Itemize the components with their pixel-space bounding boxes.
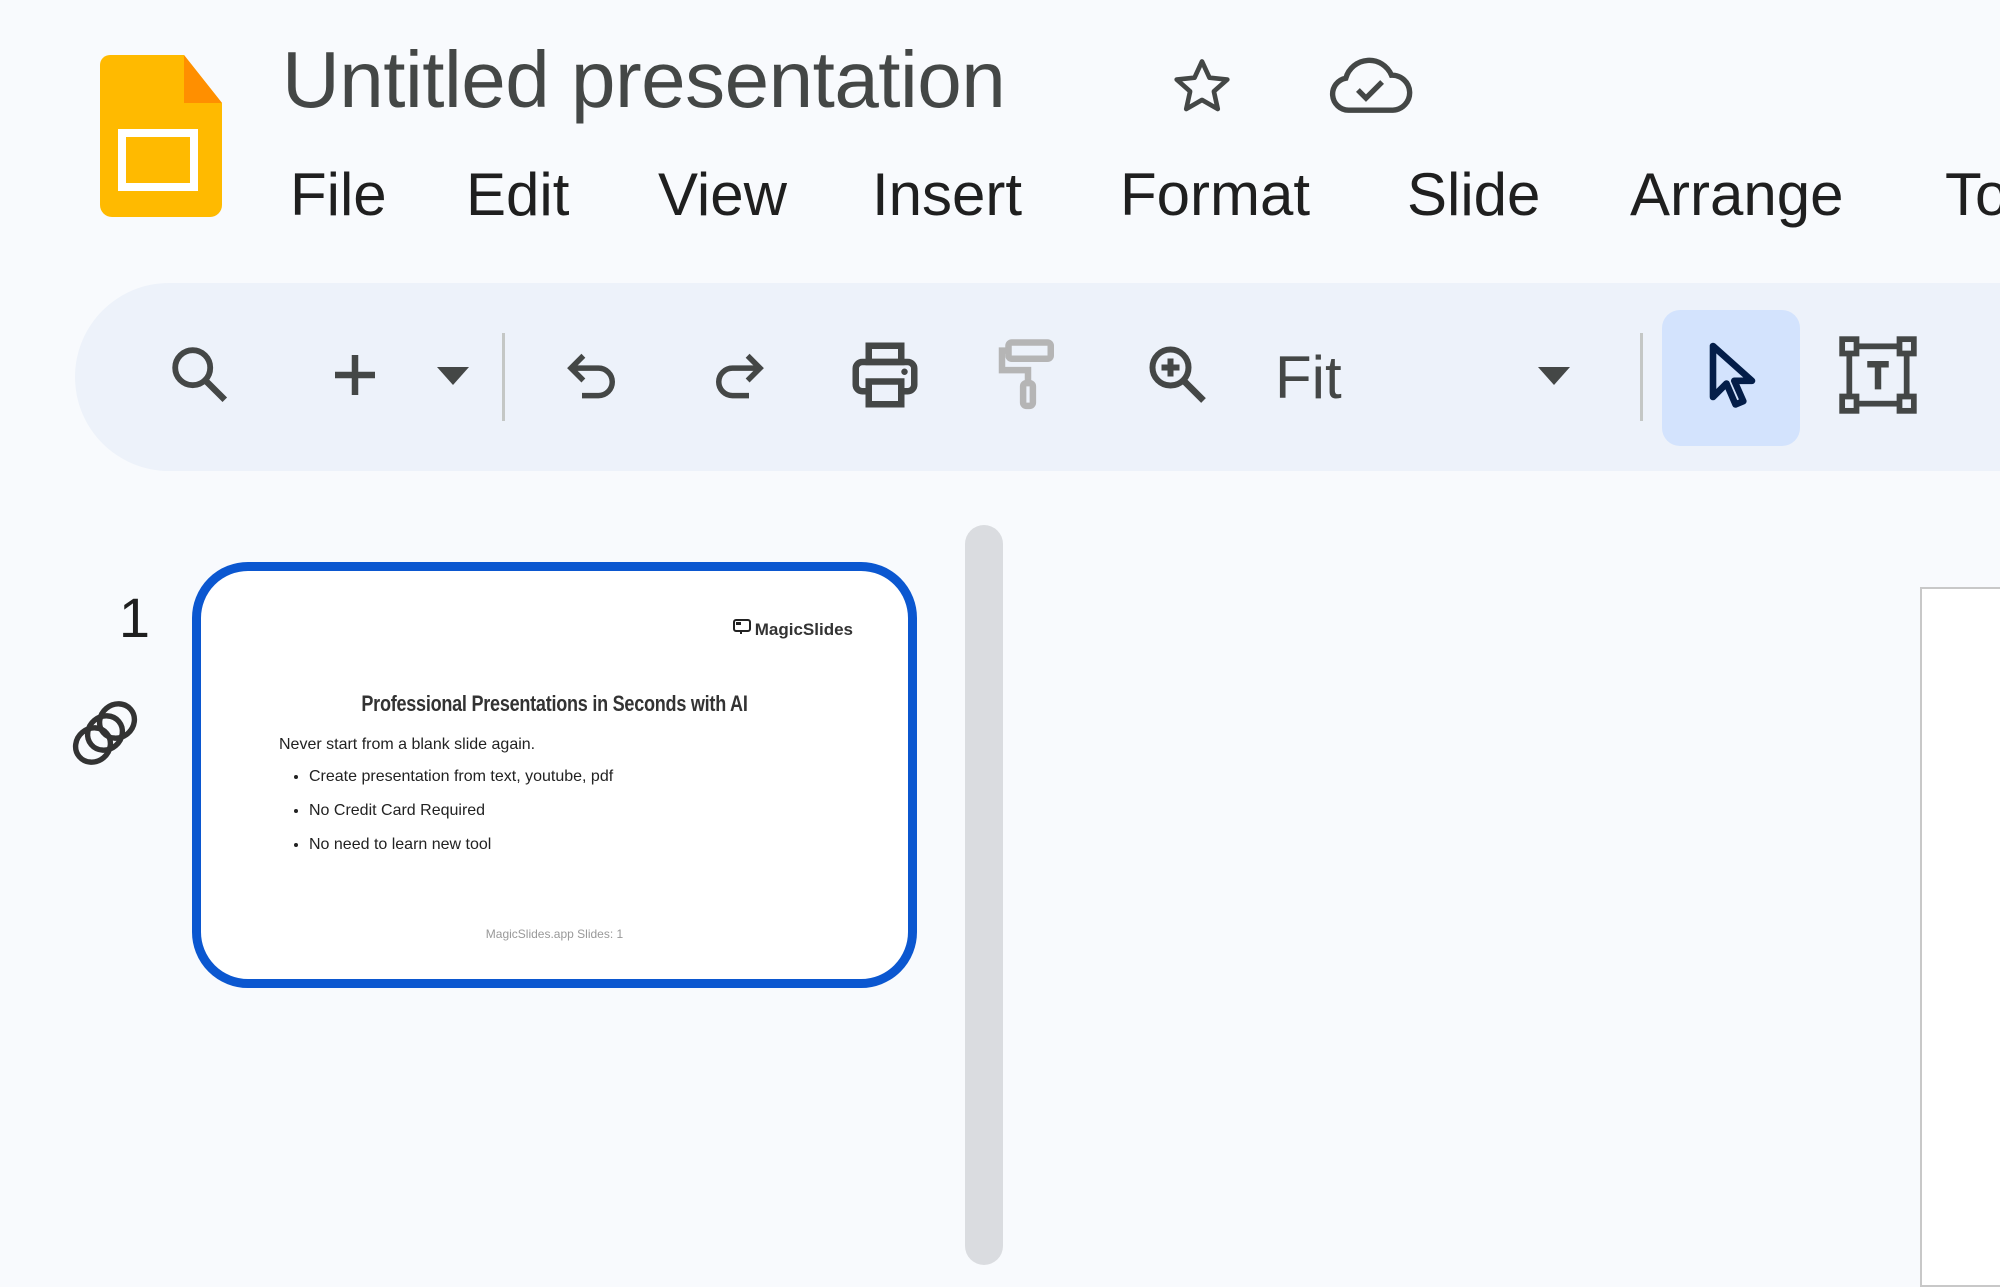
- menu-view[interactable]: View: [658, 150, 787, 240]
- caret-down-icon: [1533, 363, 1575, 392]
- text-box-button[interactable]: [1830, 283, 1925, 471]
- zoom-select[interactable]: Fit: [1275, 283, 1605, 471]
- toolbar: Fit: [75, 283, 2000, 471]
- bullet-item: No Credit Card Required: [309, 801, 613, 835]
- menu-format[interactable]: Format: [1120, 150, 1310, 240]
- menu-file[interactable]: File: [290, 150, 387, 240]
- toolbar-divider: [1640, 333, 1643, 421]
- undo-button[interactable]: [550, 283, 635, 471]
- zoom-in-icon: [1142, 339, 1214, 416]
- star-button[interactable]: [1160, 48, 1244, 128]
- zoom-value: Fit: [1275, 343, 1342, 411]
- new-slide-layout-dropdown[interactable]: [420, 283, 485, 471]
- cloud-status-button[interactable]: [1320, 48, 1420, 128]
- filmstrip-resize-handle[interactable]: [965, 525, 1003, 1265]
- zoom-button[interactable]: [1135, 283, 1220, 471]
- menu-tools[interactable]: Tools: [1945, 150, 2000, 240]
- menu-slide[interactable]: Slide: [1407, 150, 1540, 240]
- cursor-icon: [1695, 336, 1767, 421]
- logo-text: MagicSlides: [754, 619, 853, 639]
- toolbar-divider: [502, 333, 505, 421]
- menu-bar: File Edit View Insert Format Slide Arran…: [0, 150, 2000, 240]
- new-slide-button[interactable]: [315, 283, 395, 471]
- image-icon: [1985, 332, 2000, 423]
- caret-down-icon: [433, 363, 473, 392]
- magicslides-logo-icon: [732, 619, 751, 640]
- menu-insert[interactable]: Insert: [872, 150, 1022, 240]
- redo-button[interactable]: [695, 283, 780, 471]
- select-tool-button[interactable]: [1662, 310, 1800, 446]
- paint-format-icon: [989, 336, 1067, 419]
- cloud-saved-icon: [1327, 55, 1413, 122]
- bullet-item: Create presentation from text, youtube, …: [309, 767, 613, 801]
- slide-logo: MagicSlides: [732, 619, 853, 640]
- slide-bullet-list: Create presentation from text, youtube, …: [279, 767, 613, 869]
- search-icon: [165, 340, 235, 415]
- undo-icon: [560, 342, 626, 413]
- insert-image-button[interactable]: [1980, 283, 2000, 471]
- search-menus-button[interactable]: [160, 283, 240, 471]
- redo-icon: [705, 342, 771, 413]
- transition-icon[interactable]: [66, 688, 150, 772]
- print-button[interactable]: [840, 283, 930, 471]
- bullet-item: No need to learn new tool: [309, 835, 613, 869]
- menu-edit[interactable]: Edit: [466, 150, 569, 240]
- paint-format-button[interactable]: [985, 283, 1070, 471]
- document-title[interactable]: Untitled presentation: [282, 30, 1006, 130]
- slide-subtitle: Never start from a blank slide again.: [279, 736, 536, 753]
- slide-editor-canvas[interactable]: [1920, 587, 2000, 1287]
- plus-icon: [325, 345, 385, 410]
- menu-arrange[interactable]: Arrange: [1630, 150, 1843, 240]
- print-icon: [846, 336, 924, 419]
- slide-number: 1: [118, 586, 150, 649]
- star-outline-icon: [1171, 55, 1233, 122]
- slide-footer: MagicSlides.app Slides: 1: [485, 927, 624, 941]
- slide-thumbnail[interactable]: MagicSlides Professional Presentations i…: [192, 562, 917, 988]
- text-box-icon: [1835, 332, 1921, 423]
- slide-title: Professional Presentations in Seconds wi…: [361, 691, 748, 716]
